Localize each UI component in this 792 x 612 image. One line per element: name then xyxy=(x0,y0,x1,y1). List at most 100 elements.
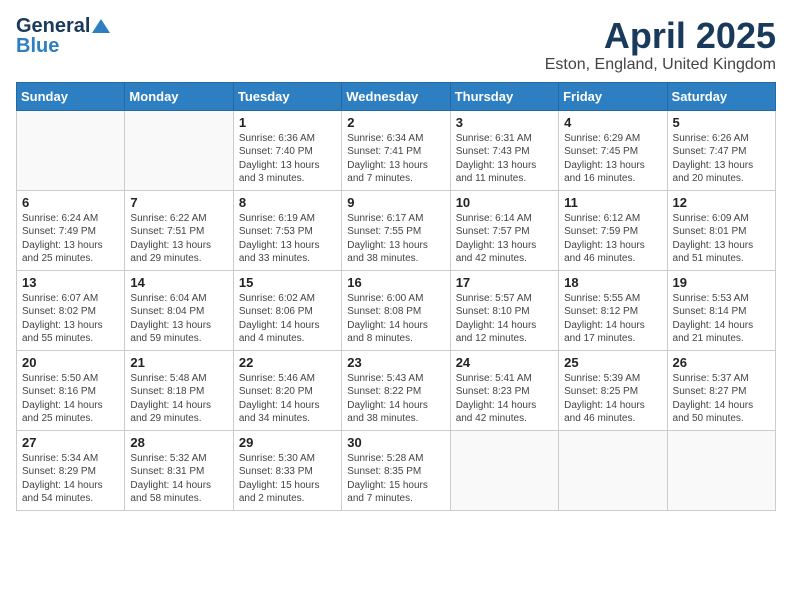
day-number: 30 xyxy=(347,435,444,450)
day-number: 14 xyxy=(130,275,227,290)
day-info: Sunrise: 5:39 AM Sunset: 8:25 PM Dayligh… xyxy=(564,372,661,426)
day-info: Sunrise: 6:17 AM Sunset: 7:55 PM Dayligh… xyxy=(347,212,444,266)
calendar-cell: 9Sunrise: 6:17 AM Sunset: 7:55 PM Daylig… xyxy=(342,190,450,270)
day-number: 8 xyxy=(239,195,336,210)
calendar-cell xyxy=(450,430,558,510)
col-header-friday: Friday xyxy=(559,82,667,110)
calendar-week-row: 1 Sunrise: 6:36 AM Sunset: 7:40 PM Daylig… xyxy=(17,110,776,190)
calendar-table: SundayMondayTuesdayWednesdayThursdayFrid… xyxy=(16,82,776,511)
calendar-cell: 30 Sunrise: 5:28 AM Sunset: 8:35 PM Dayli… xyxy=(342,430,450,510)
calendar-cell: 7 Sunrise: 6:22 AM Sunset: 7:51 PM Daylig… xyxy=(125,190,233,270)
day-number: 12 xyxy=(673,195,770,210)
calendar-cell: 29 Sunrise: 5:30 AM Sunset: 8:33 PM Dayli… xyxy=(233,430,341,510)
day-info: Sunrise: 6:02 AM Sunset: 8:06 PM Dayligh… xyxy=(239,292,336,346)
location-text: Eston, England, United Kingdom xyxy=(545,56,776,74)
calendar-cell: 25 Sunrise: 5:39 AM Sunset: 8:25 PM Dayli… xyxy=(559,350,667,430)
page-header: General Blue April 2025 Eston, England, … xyxy=(16,16,776,74)
day-info: Sunrise: 5:37 AM Sunset: 8:27 PM Dayligh… xyxy=(673,372,770,426)
calendar-week-row: 27 Sunrise: 5:34 AM Sunset: 8:29 PM Dayli… xyxy=(17,430,776,510)
calendar-cell: 5Sunrise: 6:26 AM Sunset: 7:47 PM Daylig… xyxy=(667,110,775,190)
day-info: Sunrise: 6:29 AM Sunset: 7:45 PM Dayligh… xyxy=(564,132,661,186)
day-number: 15 xyxy=(239,275,336,290)
calendar-week-row: 13Sunrise: 6:07 AM Sunset: 8:02 PM Dayli… xyxy=(17,270,776,350)
calendar-cell: 8Sunrise: 6:19 AM Sunset: 7:53 PM Daylig… xyxy=(233,190,341,270)
calendar-cell: 28 Sunrise: 5:32 AM Sunset: 8:31 PM Dayli… xyxy=(125,430,233,510)
col-header-saturday: Saturday xyxy=(667,82,775,110)
day-info: Sunrise: 6:22 AM Sunset: 7:51 PM Dayligh… xyxy=(130,212,227,266)
day-number: 10 xyxy=(456,195,553,210)
calendar-cell: 21 Sunrise: 5:48 AM Sunset: 8:18 PM Dayli… xyxy=(125,350,233,430)
calendar-cell: 16Sunrise: 6:00 AM Sunset: 8:08 PM Dayli… xyxy=(342,270,450,350)
day-number: 16 xyxy=(347,275,444,290)
day-info: Sunrise: 6:09 AM Sunset: 8:01 PM Dayligh… xyxy=(673,212,770,266)
day-info: Sunrise: 5:41 AM Sunset: 8:23 PM Dayligh… xyxy=(456,372,553,426)
day-info: Sunrise: 5:30 AM Sunset: 8:33 PM Dayligh… xyxy=(239,452,336,506)
calendar-week-row: 20 Sunrise: 5:50 AM Sunset: 8:16 PM Dayli… xyxy=(17,350,776,430)
day-info: Sunrise: 6:36 AM Sunset: 7:40 PM Dayligh… xyxy=(239,132,336,186)
day-number: 4 xyxy=(564,115,661,130)
calendar-cell: 1 Sunrise: 6:36 AM Sunset: 7:40 PM Daylig… xyxy=(233,110,341,190)
calendar-cell: 26 Sunrise: 5:37 AM Sunset: 8:27 PM Dayli… xyxy=(667,350,775,430)
day-info: Sunrise: 5:48 AM Sunset: 8:18 PM Dayligh… xyxy=(130,372,227,426)
calendar-header-row: SundayMondayTuesdayWednesdayThursdayFrid… xyxy=(17,82,776,110)
calendar-cell: 19Sunrise: 5:53 AM Sunset: 8:14 PM Dayli… xyxy=(667,270,775,350)
logo: General Blue xyxy=(16,16,110,56)
day-number: 5 xyxy=(673,115,770,130)
calendar-cell: 23 Sunrise: 5:43 AM Sunset: 8:22 PM Dayli… xyxy=(342,350,450,430)
day-info: Sunrise: 5:43 AM Sunset: 8:22 PM Dayligh… xyxy=(347,372,444,426)
title-block: April 2025 Eston, England, United Kingdo… xyxy=(545,16,776,74)
month-title: April 2025 xyxy=(545,16,776,56)
col-header-monday: Monday xyxy=(125,82,233,110)
day-number: 29 xyxy=(239,435,336,450)
calendar-cell: 12 Sunrise: 6:09 AM Sunset: 8:01 PM Dayli… xyxy=(667,190,775,270)
day-info: Sunrise: 5:57 AM Sunset: 8:10 PM Dayligh… xyxy=(456,292,553,346)
calendar-cell xyxy=(559,430,667,510)
day-number: 6 xyxy=(22,195,119,210)
day-info: Sunrise: 5:50 AM Sunset: 8:16 PM Dayligh… xyxy=(22,372,119,426)
day-number: 13 xyxy=(22,275,119,290)
day-number: 27 xyxy=(22,435,119,450)
col-header-tuesday: Tuesday xyxy=(233,82,341,110)
day-number: 7 xyxy=(130,195,227,210)
calendar-cell: 14 Sunrise: 6:04 AM Sunset: 8:04 PM Dayli… xyxy=(125,270,233,350)
calendar-cell: 4 Sunrise: 6:29 AM Sunset: 7:45 PM Daylig… xyxy=(559,110,667,190)
day-info: Sunrise: 5:34 AM Sunset: 8:29 PM Dayligh… xyxy=(22,452,119,506)
logo-blue-text: Blue xyxy=(16,36,59,56)
calendar-cell: 20 Sunrise: 5:50 AM Sunset: 8:16 PM Dayli… xyxy=(17,350,125,430)
day-info: Sunrise: 5:53 AM Sunset: 8:14 PM Dayligh… xyxy=(673,292,770,346)
day-info: Sunrise: 6:34 AM Sunset: 7:41 PM Dayligh… xyxy=(347,132,444,186)
day-info: Sunrise: 5:32 AM Sunset: 8:31 PM Dayligh… xyxy=(130,452,227,506)
day-number: 17 xyxy=(456,275,553,290)
logo-icon xyxy=(92,19,110,33)
day-number: 25 xyxy=(564,355,661,370)
col-header-wednesday: Wednesday xyxy=(342,82,450,110)
day-info: Sunrise: 6:04 AM Sunset: 8:04 PM Dayligh… xyxy=(130,292,227,346)
day-number: 1 xyxy=(239,115,336,130)
calendar-cell xyxy=(667,430,775,510)
calendar-cell: 24 Sunrise: 5:41 AM Sunset: 8:23 PM Dayli… xyxy=(450,350,558,430)
calendar-cell: 15 Sunrise: 6:02 AM Sunset: 8:06 PM Dayli… xyxy=(233,270,341,350)
calendar-cell: 6Sunrise: 6:24 AM Sunset: 7:49 PM Daylig… xyxy=(17,190,125,270)
calendar-cell: 11Sunrise: 6:12 AM Sunset: 7:59 PM Dayli… xyxy=(559,190,667,270)
day-number: 20 xyxy=(22,355,119,370)
day-info: Sunrise: 5:46 AM Sunset: 8:20 PM Dayligh… xyxy=(239,372,336,426)
logo-general-text: General xyxy=(16,16,90,36)
day-number: 23 xyxy=(347,355,444,370)
day-number: 2 xyxy=(347,115,444,130)
day-number: 26 xyxy=(673,355,770,370)
day-number: 28 xyxy=(130,435,227,450)
day-info: Sunrise: 6:14 AM Sunset: 7:57 PM Dayligh… xyxy=(456,212,553,266)
calendar-cell: 3Sunrise: 6:31 AM Sunset: 7:43 PM Daylig… xyxy=(450,110,558,190)
day-info: Sunrise: 6:12 AM Sunset: 7:59 PM Dayligh… xyxy=(564,212,661,266)
col-header-sunday: Sunday xyxy=(17,82,125,110)
calendar-cell: 13Sunrise: 6:07 AM Sunset: 8:02 PM Dayli… xyxy=(17,270,125,350)
calendar-cell: 18Sunrise: 5:55 AM Sunset: 8:12 PM Dayli… xyxy=(559,270,667,350)
day-number: 24 xyxy=(456,355,553,370)
day-info: Sunrise: 5:28 AM Sunset: 8:35 PM Dayligh… xyxy=(347,452,444,506)
day-number: 21 xyxy=(130,355,227,370)
calendar-cell xyxy=(17,110,125,190)
day-number: 22 xyxy=(239,355,336,370)
day-info: Sunrise: 6:31 AM Sunset: 7:43 PM Dayligh… xyxy=(456,132,553,186)
calendar-cell: 17 Sunrise: 5:57 AM Sunset: 8:10 PM Dayli… xyxy=(450,270,558,350)
calendar-cell: 10 Sunrise: 6:14 AM Sunset: 7:57 PM Dayli… xyxy=(450,190,558,270)
